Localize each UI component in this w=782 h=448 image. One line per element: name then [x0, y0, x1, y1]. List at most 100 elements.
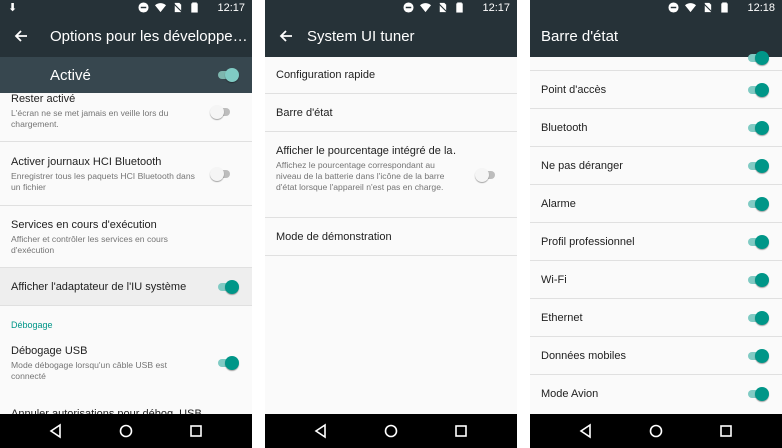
item-subtitle: Mode débogage lorsqu'un câble USB est co…: [11, 360, 167, 381]
item-title: Alarme: [541, 198, 576, 210]
item-title: Point d'accès: [541, 84, 607, 96]
status-time: 12:18: [747, 2, 775, 14]
wifi-toggle[interactable]: [746, 273, 769, 287]
do-not-disturb-icon: [668, 2, 679, 13]
page-title: Barre d'état: [541, 28, 619, 45]
item-title: Mode de démonstration: [276, 231, 392, 243]
alarm-toggle[interactable]: [746, 197, 769, 211]
status-bar: 12:18: [530, 0, 782, 17]
list-item-demo-mode[interactable]: Mode de démonstration: [265, 218, 517, 256]
list-item-ethernet[interactable]: Ethernet: [530, 299, 782, 337]
list-item-stay-awake[interactable]: Rester activé L'écran ne se met jamais e…: [0, 93, 252, 142]
app-toolbar: System UI tuner: [265, 17, 517, 57]
screenshot-stage: ⬇ 12:17 Options pour les développe… Acti…: [0, 0, 782, 448]
nav-home-icon[interactable]: [118, 423, 134, 439]
nav-back-icon[interactable]: [578, 423, 594, 439]
status-bar: ⬇ 12:17: [0, 0, 252, 17]
app-toolbar: Options pour les développe…: [0, 17, 252, 57]
list-item-wifi[interactable]: Wi-Fi: [530, 261, 782, 299]
status-icons: [403, 2, 465, 13]
airplane-mode-toggle[interactable]: [746, 387, 769, 401]
master-switch-bar[interactable]: Activé: [0, 57, 252, 93]
list-item-running-services[interactable]: Services en cours d'exécution Afficher e…: [0, 206, 252, 268]
nav-home-icon[interactable]: [648, 423, 664, 439]
nav-recents-icon[interactable]: [453, 423, 469, 439]
list-item-battery-percentage[interactable]: Afficher le pourcentage intégré de la… A…: [265, 132, 517, 218]
list-item-status-bar[interactable]: Barre d'état: [265, 94, 517, 132]
status-time: 12:17: [482, 2, 510, 14]
battery-icon: [456, 2, 463, 13]
nav-home-icon[interactable]: [383, 423, 399, 439]
no-sim-icon: [703, 2, 713, 13]
item-title: Débogage USB: [11, 345, 88, 357]
list-item-system-ui-tuner[interactable]: Afficher l'adaptateur de l'IU système: [0, 268, 252, 306]
hotspot-toggle[interactable]: [746, 83, 769, 97]
no-sim-icon: [438, 2, 448, 13]
list-item-work-profile[interactable]: Profil professionnel: [530, 223, 782, 261]
system-ui-tuner-screen: 12:17 System UI tuner Configuration rapi…: [265, 0, 517, 448]
item-title: Données mobiles: [541, 350, 626, 362]
hci-bluetooth-toggle[interactable]: [210, 167, 232, 181]
list-item-alarm[interactable]: Alarme: [530, 185, 782, 223]
system-ui-tuner-toggle[interactable]: [216, 280, 239, 294]
list-item-usb-debugging[interactable]: Débogage USB Mode débogage lorsqu'un câb…: [0, 336, 252, 394]
list-item-quick-settings[interactable]: Configuration rapide: [265, 57, 517, 94]
item-title: Activer journaux HCI Bluetooth: [11, 156, 162, 168]
navigation-bar: [0, 414, 252, 448]
do-not-disturb-icon: [138, 2, 149, 13]
item-title: Afficher l'adaptateur de l'IU système: [11, 281, 187, 293]
list-item-do-not-disturb[interactable]: Ne pas déranger: [530, 147, 782, 185]
arrow-back-icon[interactable]: [277, 27, 295, 45]
nav-recents-icon[interactable]: [188, 423, 204, 439]
mobile-data-toggle[interactable]: [746, 349, 769, 363]
item-title: Ne pas déranger: [541, 160, 623, 172]
developer-options-screen: ⬇ 12:17 Options pour les développe… Acti…: [0, 0, 252, 448]
status-icons: [668, 2, 730, 13]
do-not-disturb-toggle[interactable]: [746, 159, 769, 173]
item-title: Afficher le pourcentage intégré de la…: [276, 145, 457, 157]
list-item-hotspot[interactable]: Point d'accès: [530, 71, 782, 109]
usb-debugging-toggle[interactable]: [216, 356, 239, 370]
partial-toggle[interactable]: [746, 51, 769, 65]
no-sim-icon: [173, 2, 183, 13]
status-bar: 12:17: [265, 0, 517, 17]
navigation-bar: [265, 414, 517, 448]
battery-percentage-toggle[interactable]: [475, 168, 497, 182]
navigation-bar: [530, 414, 782, 448]
item-title: Mode Avion: [541, 388, 599, 400]
status-bar-settings-screen: 12:18 Barre d'état Point d'accès Bluetoo…: [530, 0, 782, 448]
nav-back-icon[interactable]: [48, 423, 64, 439]
list-item-mobile-data[interactable]: Données mobiles: [530, 337, 782, 375]
wifi-icon: [420, 3, 431, 13]
master-switch-label: Activé: [50, 67, 91, 84]
wifi-icon: [155, 3, 166, 13]
item-title: Configuration rapide: [276, 69, 376, 81]
battery-icon: [191, 2, 198, 13]
list-item-partial[interactable]: [530, 51, 782, 71]
download-icon: ⬇: [8, 2, 18, 14]
item-subtitle: L'écran ne se met jamais en veille lors …: [11, 108, 169, 129]
wifi-icon: [685, 3, 696, 13]
item-subtitle: Affichez le pourcentage correspondant au…: [276, 160, 445, 192]
item-subtitle: Enregistrer tous les paquets HCI Bluetoo…: [11, 171, 195, 192]
list-item-hci-bluetooth[interactable]: Activer journaux HCI Bluetooth Enregistr…: [0, 142, 252, 206]
status-icons: [138, 2, 200, 13]
item-title: Services en cours d'exécution: [11, 219, 157, 231]
nav-back-icon[interactable]: [313, 423, 329, 439]
list-item-bluetooth[interactable]: Bluetooth: [530, 109, 782, 147]
item-subtitle: Afficher et contrôler les services en co…: [11, 234, 168, 255]
list-item-airplane-mode[interactable]: Mode Avion: [530, 375, 782, 413]
battery-icon: [721, 2, 728, 13]
page-title: Options pour les développe…: [50, 28, 246, 45]
section-header-debugging: Débogage: [11, 320, 53, 330]
arrow-back-icon[interactable]: [12, 27, 30, 45]
stay-awake-toggle[interactable]: [210, 105, 232, 119]
master-toggle[interactable]: [216, 68, 239, 82]
work-profile-toggle[interactable]: [746, 235, 769, 249]
item-title: Bluetooth: [541, 122, 588, 134]
item-title: Profil professionnel: [541, 236, 635, 248]
item-title: Ethernet: [541, 312, 583, 324]
nav-recents-icon[interactable]: [718, 423, 734, 439]
bluetooth-toggle[interactable]: [746, 121, 769, 135]
ethernet-toggle[interactable]: [746, 311, 769, 325]
